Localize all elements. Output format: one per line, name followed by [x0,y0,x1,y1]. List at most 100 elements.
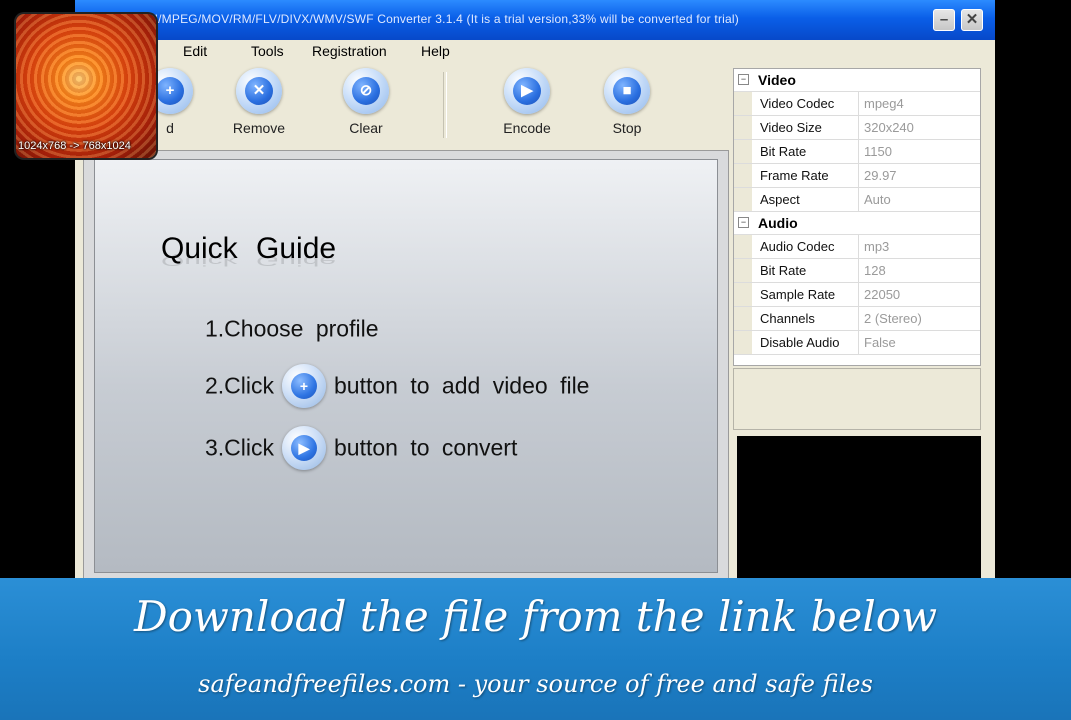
column-divider [858,331,859,354]
add-glyph: + [291,373,318,399]
prop-row-aspect[interactable]: Aspect Auto [734,188,980,212]
video-preview [737,436,981,586]
row-gutter [734,116,752,139]
row-gutter [734,283,752,306]
collapse-icon[interactable]: − [738,74,749,85]
prop-row-frame-rate[interactable]: Frame Rate 29.97 [734,164,980,188]
menu-tools[interactable]: Tools [251,43,284,59]
add-glyph: + [156,77,184,105]
prop-key: Aspect [760,192,800,207]
guide-step-2: 2.Click + button to add video file [205,364,589,408]
column-divider [858,235,859,258]
guide-step-3-post: button to convert [334,434,518,461]
column-divider [858,283,859,306]
prop-row-channels[interactable]: Channels 2 (Stereo) [734,307,980,331]
encode-button[interactable]: ▶ Encode [482,68,572,136]
banner-tagline: safeandfreefiles.com - your source of fr… [198,670,873,698]
column-divider [858,92,859,115]
prop-key: Bit Rate [760,263,807,278]
prop-row-audio-codec[interactable]: Audio Codec mp3 [734,235,980,259]
prop-value[interactable]: 320x240 [864,120,914,135]
prop-row-video-codec[interactable]: Video Codec mpeg4 [734,92,980,116]
prop-value[interactable]: False [864,335,896,350]
prop-row-disable-audio[interactable]: Disable Audio False [734,331,980,355]
prop-row-sample-rate[interactable]: Sample Rate 22050 [734,283,980,307]
prop-key: Video Codec [760,96,835,111]
prop-value[interactable]: 128 [864,263,886,278]
menu-help[interactable]: Help [421,43,450,59]
guide-step-2-pre: 2.Click [205,372,275,399]
prop-value[interactable]: 1150 [864,144,892,159]
guide-step-3-pre: 3.Click [205,434,275,461]
prop-key: Channels [760,311,815,326]
prop-value[interactable]: 2 (Stereo) [864,311,922,326]
prop-key: Bit Rate [760,144,807,159]
remove-label: Remove [232,120,286,136]
prop-row-audio-bit-rate[interactable]: Bit Rate 128 [734,259,980,283]
remove-button[interactable]: ✕ Remove [214,68,304,136]
prop-value[interactable]: mp3 [864,239,889,254]
converter-window: ...and AVI/MPEG/MOV/RM/FLV/DIVX/WMV/SWF … [75,0,995,600]
banner-headline: Download the file from the link below [133,592,938,641]
play-icon: ▶ [282,426,327,470]
column-divider [858,164,859,187]
audio-section-header[interactable]: − Audio [734,212,980,235]
properties-grid: − Video Video Codec mpeg4 Video Size 320x2… [733,68,981,366]
menu-registration[interactable]: Registration [312,43,387,59]
close-button[interactable]: ✕ [961,9,983,31]
add-icon: + [282,364,327,408]
prop-value[interactable]: Auto [864,192,891,207]
collapse-icon[interactable]: − [738,217,749,228]
row-gutter [734,307,752,330]
clear-icon: ⊘ [343,68,389,114]
row-gutter [734,235,752,258]
file-list-area[interactable]: Quick Guide Quick Guide 1.Choose profile… [83,150,729,580]
guide-step-1: 1.Choose profile [205,314,379,342]
video-section-label: Video [758,72,796,88]
audio-section-label: Audio [758,215,798,231]
quick-guide-title-reflection: Quick Guide [161,253,337,268]
title-bar[interactable]: ...and AVI/MPEG/MOV/RM/FLV/DIVX/WMV/SWF … [75,0,995,40]
row-gutter [734,188,752,211]
encode-label: Encode [503,120,551,136]
play-glyph: ▶ [291,435,318,461]
encode-glyph: ▶ [513,77,541,105]
prop-key: Frame Rate [760,168,829,183]
prop-value[interactable]: 29.97 [864,168,897,183]
row-gutter [734,164,752,187]
window-title: ...and AVI/MPEG/MOV/RM/FLV/DIVX/WMV/SWF … [105,12,739,26]
stop-glyph: ■ [613,77,641,105]
menu-edit[interactable]: Edit [183,43,207,59]
stop-label: Stop [612,120,642,136]
prop-key: Disable Audio [760,335,840,350]
prop-row-video-bit-rate[interactable]: Bit Rate 1150 [734,140,980,164]
prop-value[interactable]: 22050 [864,287,900,302]
toolbar: + d ✕ Remove ⊘ Clear ▶ Encode ■ Stop [75,62,725,150]
row-gutter [734,259,752,282]
property-description-panel [733,368,981,430]
clear-button[interactable]: ⊘ Clear [321,68,411,136]
prop-key: Sample Rate [760,287,836,302]
row-gutter [734,331,752,354]
stop-button[interactable]: ■ Stop [582,68,672,136]
row-gutter [734,140,752,163]
flower-thumbnail-overlay: 1024x768 -> 768x1024 [16,14,156,158]
row-gutter [734,92,752,115]
video-section-header[interactable]: − Video [734,69,980,92]
menu-bar: Edit Tools Registration Help [75,40,995,62]
remove-glyph: ✕ [245,77,273,105]
guide-step-3: 3.Click ▶ button to convert [205,426,517,470]
prop-value[interactable]: mpeg4 [864,96,904,111]
minimize-button[interactable]: – [933,9,955,31]
stop-icon: ■ [604,68,650,114]
encode-icon: ▶ [504,68,550,114]
quick-guide-panel: Quick Guide Quick Guide 1.Choose profile… [94,159,718,573]
clear-label: Clear [349,120,383,136]
column-divider [858,188,859,211]
prop-key: Video Size [760,120,822,135]
guide-step-2-post: button to add video file [334,372,590,399]
thumbnail-resolution-label: 1024x768 -> 768x1024 [18,140,131,152]
prop-row-video-size[interactable]: Video Size 320x240 [734,116,980,140]
toolbar-separator [443,72,447,138]
clear-glyph: ⊘ [352,77,380,105]
